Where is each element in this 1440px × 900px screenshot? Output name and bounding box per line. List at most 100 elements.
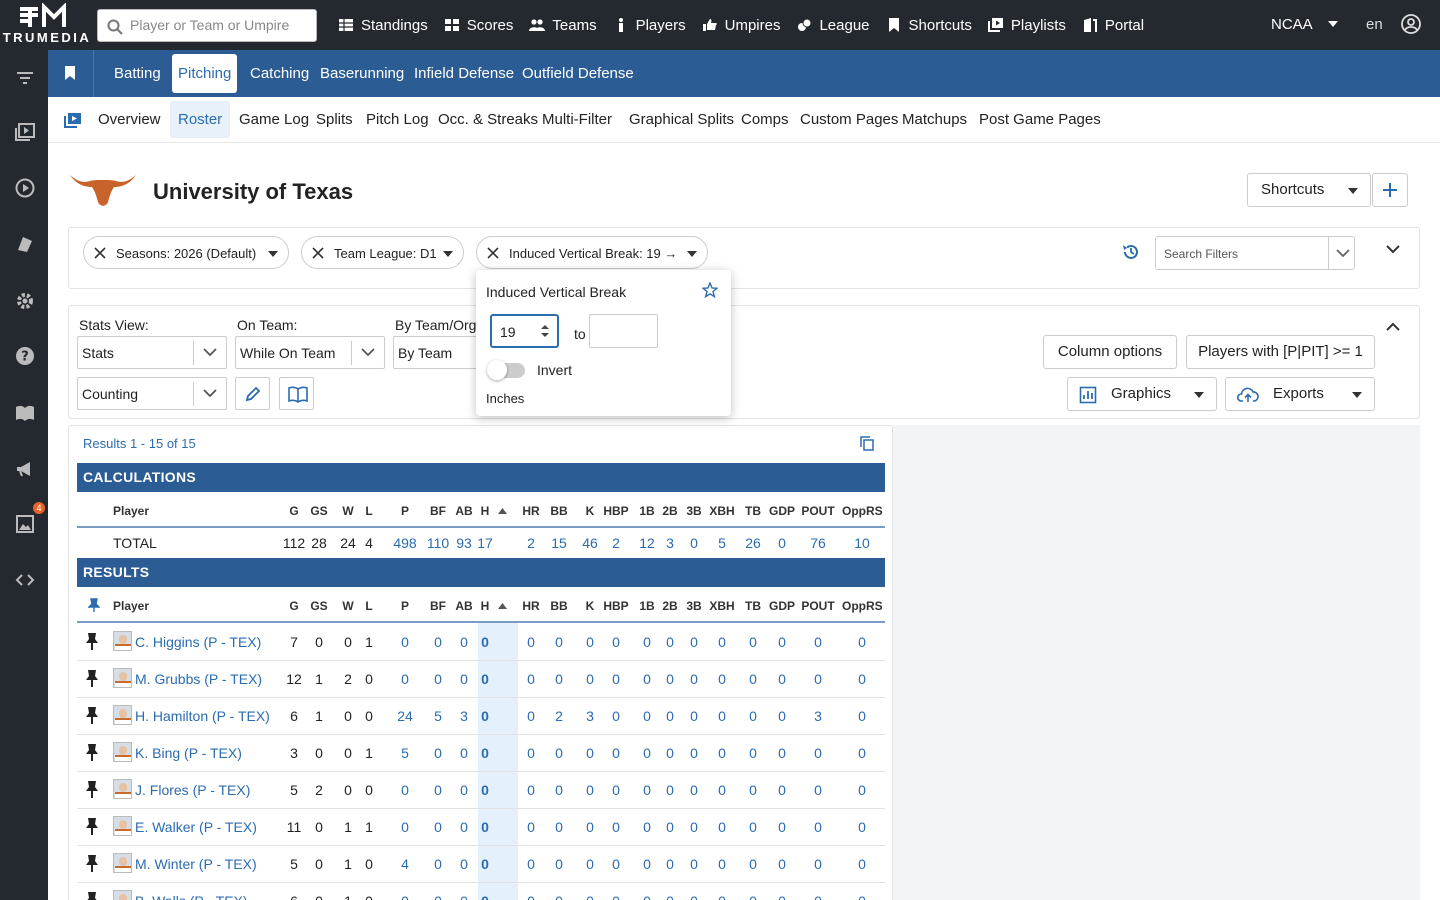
tab-graphical-splits[interactable]: Graphical Splits — [629, 97, 734, 143]
player-link[interactable]: M. Grubbs (P - TEX) — [135, 671, 262, 687]
cell-pout[interactable]: 3 — [798, 708, 838, 724]
tab-game-log[interactable]: Game Log — [239, 97, 309, 143]
pin-column-icon[interactable] — [88, 598, 100, 612]
cell-opprs[interactable]: 10 — [842, 535, 882, 551]
cell-opprs[interactable]: 0 — [842, 671, 882, 687]
cell-gdp[interactable]: 0 — [762, 819, 802, 835]
column-header-gdp[interactable]: GDP — [762, 504, 802, 518]
stats-view-select[interactable]: Stats — [77, 336, 227, 369]
tab-infield-defense[interactable]: Infield Defense — [414, 50, 514, 97]
megaphone-icon[interactable] — [14, 458, 36, 480]
league-select[interactable]: NCAA — [1271, 16, 1313, 33]
cell-gdp[interactable]: 0 — [762, 782, 802, 798]
cell-gdp[interactable]: 0 — [762, 535, 802, 551]
cell-pout[interactable]: 76 — [798, 535, 838, 551]
cards-icon[interactable] — [14, 233, 36, 255]
play-circle-icon[interactable] — [14, 177, 36, 199]
code-icon[interactable] — [14, 569, 36, 591]
tab-matchups[interactable]: Matchups — [902, 97, 967, 143]
cell-h[interactable]: 0 — [465, 782, 505, 798]
cell-gdp[interactable]: 0 — [762, 634, 802, 650]
player-link[interactable]: K. Bing (P - TEX) — [135, 745, 242, 761]
by-team-select[interactable]: By Team — [393, 336, 483, 369]
chevron-down-icon[interactable] — [1328, 21, 1338, 27]
images-icon[interactable] — [14, 513, 36, 535]
cell-pout[interactable]: 0 — [798, 745, 838, 761]
tab-overview[interactable]: Overview — [98, 97, 161, 143]
ivb-min-input[interactable]: 19 — [490, 314, 559, 348]
edit-button[interactable] — [235, 377, 270, 410]
stat-type-select[interactable]: Counting — [77, 377, 227, 410]
global-search-input[interactable]: Player or Team or Umpire — [97, 9, 317, 42]
search-filters-input[interactable]: Search Filters — [1155, 236, 1355, 270]
cell-opprs[interactable]: 0 — [842, 856, 882, 872]
cell-h[interactable]: 0 — [465, 856, 505, 872]
column-header-opprs[interactable]: OppRS — [842, 504, 883, 518]
pin-icon[interactable] — [85, 706, 99, 724]
tab-multi-filter[interactable]: Multi-Filter — [542, 97, 612, 143]
pin-icon[interactable] — [85, 817, 99, 835]
cell-opprs[interactable]: 0 — [842, 893, 882, 900]
video-library-icon[interactable] — [14, 121, 36, 143]
close-icon[interactable] — [94, 247, 106, 259]
tab-roster[interactable]: Roster — [170, 101, 231, 138]
filter-lines-icon[interactable] — [14, 67, 36, 89]
player-link[interactable]: M. Winter (P - TEX) — [135, 856, 257, 872]
pin-icon[interactable] — [85, 669, 99, 687]
close-icon[interactable] — [487, 247, 499, 259]
players-with-filter-button[interactable]: Players with [P|PIT] >= 1 — [1186, 335, 1375, 369]
player-link[interactable]: C. Higgins (P - TEX) — [135, 634, 261, 650]
cell-gdp[interactable]: 0 — [762, 893, 802, 900]
user-account-icon[interactable] — [1401, 14, 1421, 34]
pin-icon[interactable] — [85, 891, 99, 900]
tab-catching[interactable]: Catching — [250, 50, 309, 97]
nav-standings[interactable]: Standings — [338, 17, 428, 34]
cell-pout[interactable]: 0 — [798, 893, 838, 900]
column-header-pout[interactable]: POUT — [798, 599, 838, 613]
cell-opprs[interactable]: 0 — [842, 634, 882, 650]
tab-comps[interactable]: Comps — [741, 97, 789, 143]
nav-shortcuts[interactable]: Shortcuts — [886, 17, 972, 34]
cell-opprs[interactable]: 0 — [842, 819, 882, 835]
reset-history-icon[interactable] — [1122, 243, 1140, 261]
invert-toggle[interactable] — [487, 360, 525, 380]
cell-h[interactable]: 17 — [465, 535, 505, 551]
cell-h[interactable]: 0 — [465, 745, 505, 761]
pin-icon[interactable] — [85, 780, 99, 798]
player-column-header[interactable]: Player — [113, 599, 149, 613]
column-header-l[interactable]: L — [349, 504, 389, 518]
player-link[interactable]: B. Walls (P - TEX) — [135, 893, 248, 900]
nav-scores[interactable]: Scores — [444, 17, 513, 34]
exports-dropdown[interactable]: Exports — [1225, 377, 1375, 411]
cell-h[interactable]: 0 — [465, 708, 505, 724]
tab-pitching[interactable]: Pitching — [172, 54, 238, 93]
sort-ascending-icon[interactable] — [498, 603, 507, 609]
cell-pout[interactable]: 0 — [798, 819, 838, 835]
shortcuts-dropdown[interactable]: Shortcuts — [1247, 173, 1371, 207]
nav-players[interactable]: Players — [613, 17, 686, 34]
pin-icon[interactable] — [85, 632, 99, 650]
tab-occ-streaks[interactable]: Occ. & Streaks — [438, 97, 538, 143]
cell-gdp[interactable]: 0 — [762, 856, 802, 872]
column-header-opprs[interactable]: OppRS — [842, 599, 883, 613]
graphics-dropdown[interactable]: Graphics — [1067, 377, 1217, 411]
nav-umpires[interactable]: Umpires — [702, 17, 780, 34]
book-icon[interactable] — [14, 402, 36, 424]
cell-gdp[interactable]: 0 — [762, 708, 802, 724]
cell-opprs[interactable]: 0 — [842, 782, 882, 798]
collapse-options-chevron-icon[interactable] — [1386, 322, 1400, 331]
expand-filters-chevron-icon[interactable] — [1386, 245, 1400, 254]
tab-splits[interactable]: Splits — [316, 97, 353, 143]
cell-pout[interactable]: 0 — [798, 782, 838, 798]
cell-pout[interactable]: 0 — [798, 634, 838, 650]
pin-icon[interactable] — [85, 743, 99, 761]
ivb-max-input[interactable] — [589, 314, 658, 348]
glossary-button[interactable] — [279, 377, 314, 410]
tab-batting[interactable]: Batting — [114, 50, 161, 97]
star-icon[interactable] — [702, 282, 718, 298]
on-team-select[interactable]: While On Team — [235, 336, 385, 369]
filter-chip-team-league[interactable]: Team League: D1 — [301, 236, 464, 269]
cell-opprs[interactable]: 0 — [842, 745, 882, 761]
trumedia-logo[interactable]: TRUMEDIA — [0, 0, 94, 50]
cell-gdp[interactable]: 0 — [762, 745, 802, 761]
